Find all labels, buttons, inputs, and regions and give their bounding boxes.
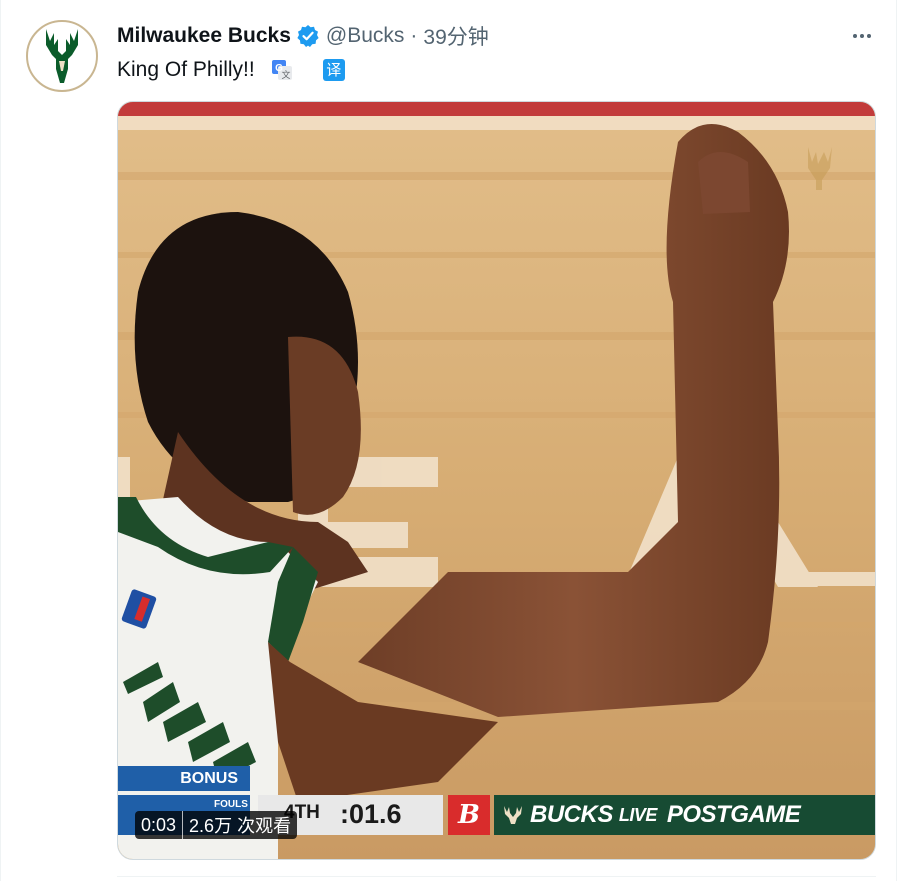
video-info-chip: 0:03 2.6万 次观看 <box>135 811 298 839</box>
svg-text:文: 文 <box>281 69 290 81</box>
game-clock: :01.6 <box>340 799 402 829</box>
divider <box>117 876 876 877</box>
brand-name: BUCKS <box>530 801 613 828</box>
tweet-text: King Of Philly!! <box>117 58 255 81</box>
video-view-count: 2.6万 次观看 <box>182 811 298 839</box>
deer-logo-icon <box>46 29 78 83</box>
handle[interactable]: @Bucks <box>326 24 405 48</box>
tweet[interactable]: Milwaukee Bucks @Bucks · 39分钟 King Of Ph… <box>0 0 897 881</box>
live-label: LIVE <box>618 804 658 825</box>
tweet-header: Milwaukee Bucks @Bucks · 39分钟 <box>117 22 489 50</box>
bucks-live-postgame-banner: BUCKS LIVE POSTGAME <box>494 795 875 835</box>
timestamp[interactable]: 39分钟 <box>423 21 488 51</box>
sponsor-b-logo: B <box>448 795 490 835</box>
display-name[interactable]: Milwaukee Bucks <box>117 24 291 48</box>
tweet-text-row: King Of Philly!! G 文 译 <box>117 56 345 84</box>
bonus-label: BONUS <box>118 766 250 791</box>
video-frame <box>118 102 875 859</box>
google-translate-icon[interactable]: G 文 <box>271 59 293 81</box>
more-options-icon[interactable] <box>847 22 877 50</box>
fouls-label: FOULS <box>214 799 248 810</box>
translate-icon[interactable]: 译 <box>322 59 345 81</box>
bucks-logo-avatar[interactable] <box>26 20 98 92</box>
verified-badge-icon <box>296 24 320 48</box>
video-player[interactable]: BONUS FOULS 4TH :01.6 B BUCKS LIVE POSTG… <box>117 101 876 860</box>
separator-dot: · <box>410 24 418 47</box>
bucks-mini-logo-icon <box>504 806 522 824</box>
video-timecode: 0:03 <box>135 811 183 839</box>
postgame-label: POSTGAME <box>666 801 801 828</box>
